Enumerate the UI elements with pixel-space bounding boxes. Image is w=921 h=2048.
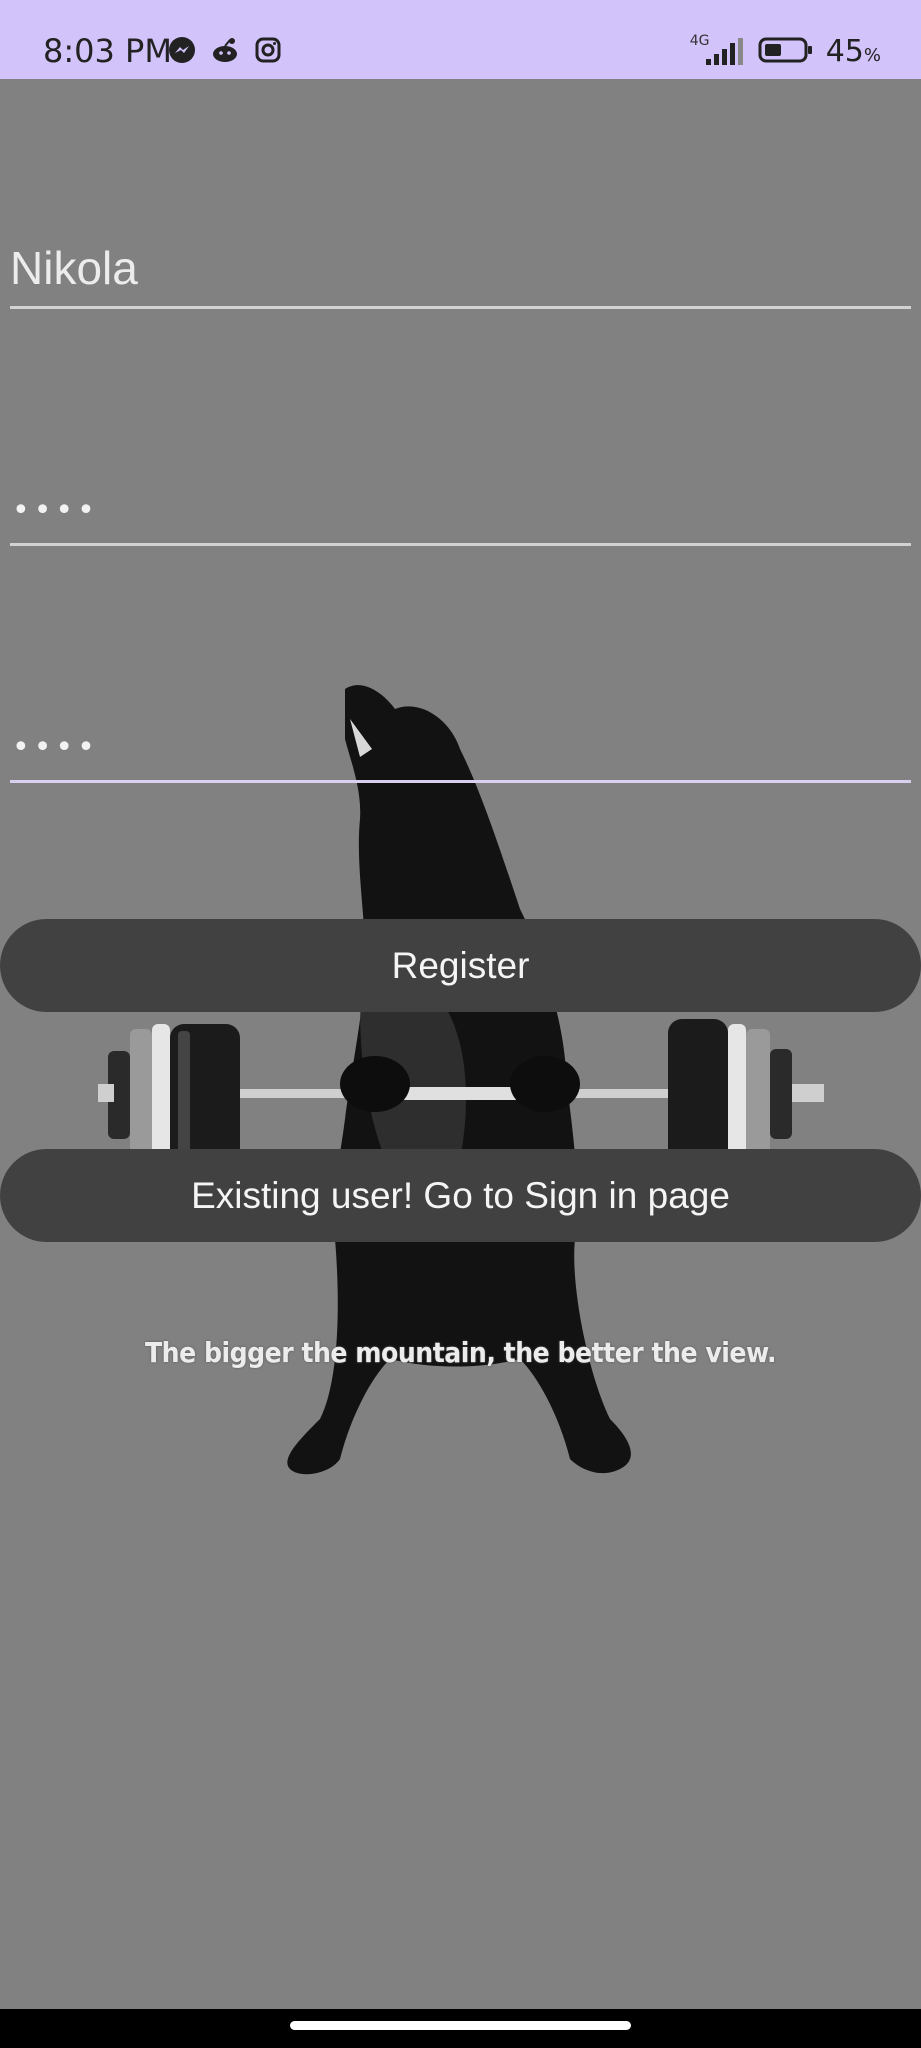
notification-icons <box>168 36 282 68</box>
status-bar: 8:03 PM 4G 45% <box>0 0 921 79</box>
go-to-signin-button[interactable]: Existing user! Go to Sign in page <box>0 1149 921 1242</box>
confirm-password-input-value[interactable]: •••• <box>12 730 99 765</box>
bear-barbell-image <box>98 685 824 1475</box>
name-field-underline <box>10 306 911 309</box>
confirm-password-field[interactable]: •••• <box>10 693 911 783</box>
home-gesture-handle[interactable] <box>290 2021 631 2030</box>
password-field-underline <box>10 543 911 546</box>
messenger-icon <box>168 36 196 68</box>
register-button[interactable]: Register <box>0 919 921 1012</box>
instagram-icon <box>254 36 282 68</box>
register-screen: Nikola •••• •••• Register Existing user!… <box>0 79 921 2009</box>
name-field[interactable]: Nikola <box>10 219 911 309</box>
battery-percent: 45% <box>826 34 881 69</box>
password-field[interactable]: •••• <box>10 456 911 546</box>
password-input-value[interactable]: •••• <box>12 493 99 528</box>
battery-value: 45 <box>825 34 864 69</box>
battery-icon <box>758 36 814 68</box>
confirm-password-field-underline <box>10 780 911 783</box>
motivation-quote: The bigger the mountain, the better the … <box>144 1336 777 1369</box>
navigation-bar <box>0 2009 921 2048</box>
reddit-icon <box>210 36 240 68</box>
name-input-value[interactable]: Nikola <box>10 241 138 295</box>
status-time: 8:03 PM <box>43 32 172 70</box>
system-icons: 4G 45% <box>690 33 881 70</box>
battery-unit: % <box>863 45 881 66</box>
signal-icon: 4G <box>690 33 746 67</box>
